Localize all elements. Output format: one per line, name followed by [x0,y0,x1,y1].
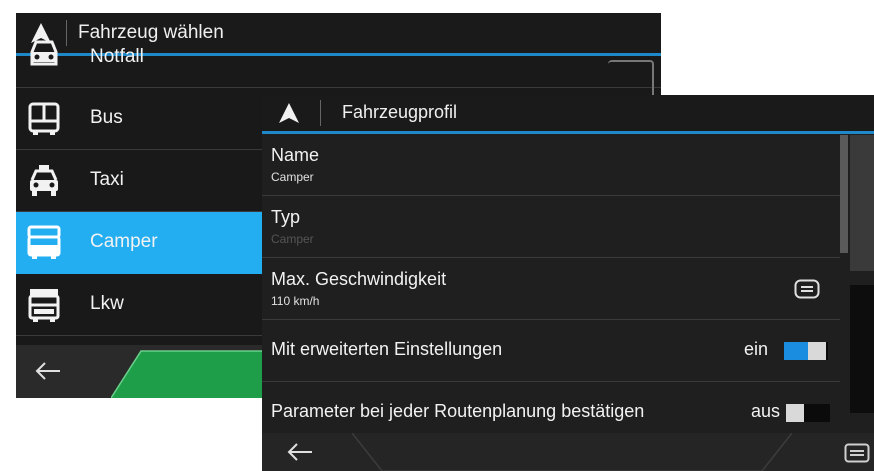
vehicle-profile-window: Fahrzeugprofil Name Camper Typ Camper Ma… [262,95,874,471]
vehicle-item-label: Bus [90,107,123,128]
setting-label: Name [271,145,320,165]
toggle-knob [786,404,804,422]
extended-toggle[interactable] [784,342,828,360]
setting-value: Camper [271,232,314,246]
scroll-up-button[interactable] [850,135,874,271]
scrollbar[interactable] [840,135,848,253]
title-separator [320,100,321,126]
bus-icon [28,102,60,135]
vehicle-item-label: Camper [90,231,158,252]
toggle-knob [808,342,826,360]
truck-icon [28,289,60,322]
vehicle-item-label: Lkw [90,293,124,314]
setting-label: Parameter bei jeder Routenplanung bestät… [271,401,645,421]
back-arrow-icon[interactable] [34,359,62,383]
scroll-down-button[interactable] [850,285,874,413]
confirm-params-toggle[interactable] [786,404,830,422]
setting-value: Camper [271,170,314,184]
bottom-bar-divider [352,433,792,471]
setting-name[interactable]: Name Camper [262,134,840,196]
bottom-bar [262,433,874,471]
emergency-vehicle-icon [30,40,58,66]
setting-state: aus [750,401,780,421]
setting-label: Max. Geschwindigkeit [271,269,447,289]
vehicle-item-label: Notfall [90,46,144,67]
menu-icon[interactable] [844,443,870,463]
setting-type: Typ Camper [262,196,840,258]
vehicle-item-notfall[interactable]: Notfall [16,26,661,88]
vehicle-item-label: Taxi [90,169,124,190]
taxi-icon [30,165,58,196]
setting-value: 110 km/h [271,294,320,308]
edit-list-icon[interactable] [794,279,820,299]
navigation-arrow-icon [279,103,299,123]
setting-state: ein [743,339,768,359]
page-title: Fahrzeugprofil [342,102,458,122]
setting-label: Mit erweiterten Einstellungen [271,339,503,359]
camper-icon [27,225,61,259]
setting-label: Typ [271,207,301,227]
back-arrow-icon[interactable] [286,441,314,463]
setting-max-speed[interactable]: Max. Geschwindigkeit 110 km/h [262,258,840,320]
title-bar: Fahrzeugprofil [262,95,874,134]
setting-extended[interactable]: Mit erweiterten Einstellungen ein [262,320,840,382]
